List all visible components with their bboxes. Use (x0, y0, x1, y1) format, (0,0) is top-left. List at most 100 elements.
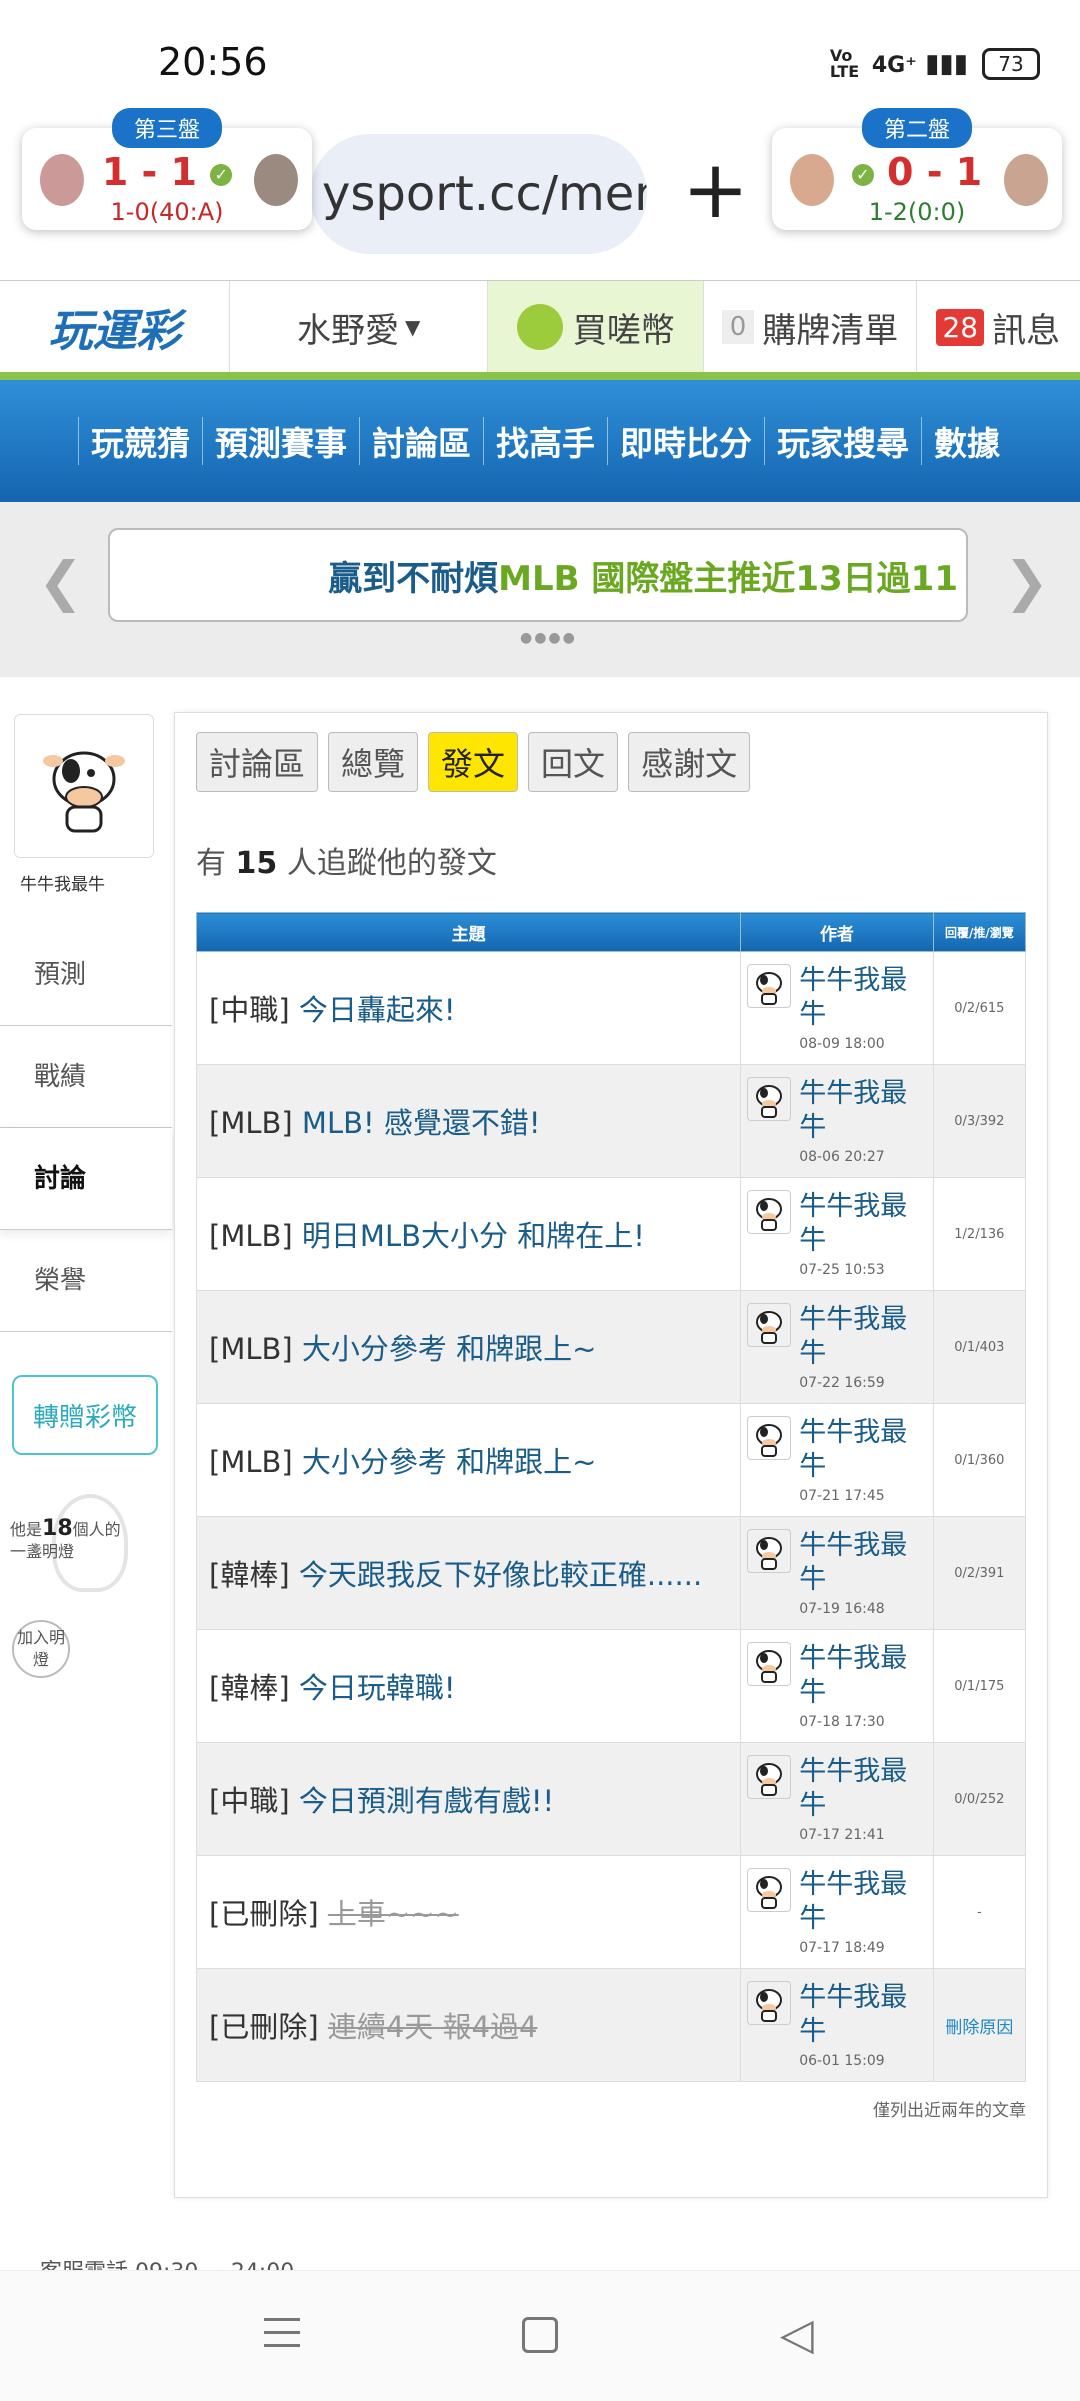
topic-title-link[interactable]: 今天跟我反下好像比較正確...... (299, 1558, 702, 1592)
post-time: 07-17 21:41 (799, 1827, 885, 1843)
author-name-link[interactable]: 牛牛我最牛 (799, 1529, 926, 1597)
score-value: 0 - 1 (887, 150, 983, 194)
table-row[interactable]: [已刪除] 連續4天 報4過4 牛牛我最牛 06-01 15:09 刪除原因 (195, 1968, 1027, 2082)
author-avatar-icon[interactable] (747, 1077, 792, 1121)
author-name-link[interactable]: 牛牛我最牛 (799, 1077, 926, 1145)
author-name-link[interactable]: 牛牛我最牛 (799, 1868, 926, 1936)
table-row[interactable]: [MLB] 大小分參考 和牌跟上~ 牛牛我最牛 07-21 17:45 0/1/360 (195, 1403, 1027, 1517)
topic-title-link: 連續4天 報4過4 (327, 2010, 538, 2044)
topic-category: [MLB] (209, 1219, 302, 1253)
table-row[interactable]: [MLB] 明日MLB大小分 和牌在上! 牛牛我最牛 07-25 10:53 1/2/… (195, 1177, 1027, 1291)
stats-cell: 0/1/403 (932, 1290, 1027, 1404)
signal-icon: 4G⁺ ▮▮▮ (871, 49, 968, 79)
user-menu[interactable]: 水野愛 ▼ (230, 281, 489, 373)
author-avatar-icon[interactable] (747, 1190, 792, 1234)
topic-title-link[interactable]: 今日玩韓職! (299, 1671, 456, 1705)
author-avatar-icon[interactable] (747, 1755, 792, 1799)
author-name-link[interactable]: 牛牛我最牛 (799, 1190, 926, 1258)
new-tab-button[interactable]: + (682, 150, 749, 230)
topic-cell: [MLB] 大小分參考 和牌跟上~ (195, 1403, 742, 1517)
nav-item-guess[interactable]: 玩競猜 (78, 417, 202, 465)
score-card-right[interactable]: 第二盤 ✓ 0 - 1 1-2(0:0) (772, 108, 1062, 230)
buy-coin-button[interactable]: 買嗟幣 (488, 281, 705, 373)
table-row[interactable]: [韓棒] 今天跟我反下好像比較正確...... 牛牛我最牛 07-19 16:48 0… (195, 1516, 1027, 1630)
cow-avatar-icon (43, 751, 125, 833)
topic-title-link[interactable]: 今日轟起來! (299, 993, 456, 1027)
light-count-text: 他是18個人的 一盞明燈 (10, 1516, 121, 1562)
cart-button[interactable]: 0 購牌清單 (704, 281, 917, 373)
check-icon: ✓ (851, 163, 874, 186)
author-avatar-icon[interactable] (747, 1868, 792, 1912)
post-time: 06-01 15:09 (799, 2053, 885, 2069)
banner[interactable]: 贏到不耐煩 MLB 國際盤主推近13日過11 (108, 528, 968, 622)
author-name-link[interactable]: 牛牛我最牛 (799, 1642, 926, 1710)
author-avatar-icon[interactable] (747, 1416, 792, 1460)
topic-cell: [MLB] 明日MLB大小分 和牌在上! (195, 1177, 742, 1291)
main-nav: 玩競猜 預測賽事 討論區 找高手 即時比分 玩家搜尋 數據 (0, 380, 1080, 502)
system-nav-bar: ◁ (0, 2270, 1080, 2401)
user-name: 牛牛我最牛 (20, 875, 105, 895)
nav-item-predict[interactable]: 預測賽事 (202, 417, 359, 465)
author-avatar-icon[interactable] (747, 1529, 792, 1573)
side-item-honor[interactable]: 榮譽 (0, 1230, 172, 1332)
table-row[interactable]: [中職] 今日預測有戲有戲!! 牛牛我最牛 07-17 21:41 0/0/252 (195, 1742, 1027, 1856)
menu-icon[interactable] (264, 2313, 300, 2349)
topic-title-link[interactable]: 明日MLB大小分 和牌在上! (302, 1219, 645, 1253)
tab-thanks[interactable]: 感謝文 (628, 732, 751, 792)
topic-title-link[interactable]: MLB! 感覺還不錯! (302, 1106, 541, 1140)
author-name-link[interactable]: 牛牛我最牛 (799, 964, 926, 1032)
author-name-link[interactable]: 牛牛我最牛 (799, 1755, 926, 1823)
nav-item-experts[interactable]: 找高手 (483, 417, 607, 465)
tab-forum[interactable]: 討論區 (196, 732, 319, 792)
tab-replies[interactable]: 回文 (528, 732, 619, 792)
topic-title-link[interactable]: 大小分參考 和牌跟上~ (302, 1445, 597, 1479)
message-button[interactable]: 28 訊息 (917, 281, 1080, 373)
topic-cell: [已刪除] 上車~~~ (195, 1855, 742, 1969)
delete-reason-link[interactable]: 刪除原因 (945, 2018, 1013, 2038)
back-icon[interactable]: ◁ (780, 2309, 814, 2360)
coin-icon (516, 304, 563, 350)
gift-coin-button[interactable]: 轉贈彩幣 (12, 1375, 158, 1455)
score-badge: 第二盤 (861, 108, 973, 148)
site-logo[interactable]: 玩運彩 (0, 281, 231, 373)
side-item-record[interactable]: 戰績 (0, 1026, 172, 1128)
cart-count: 0 (721, 310, 755, 344)
author-name-link[interactable]: 牛牛我最牛 (799, 1416, 926, 1484)
score-card-left[interactable]: 第三盤 1 - 1 ✓ 1-0(40:A) (22, 108, 312, 230)
author-avatar-icon[interactable] (747, 964, 792, 1008)
chevron-left-icon[interactable]: ❮ (38, 550, 83, 613)
author-avatar-icon[interactable] (747, 1981, 792, 2025)
author-name-link[interactable]: 牛牛我最牛 (799, 1981, 926, 2049)
site-header: 玩運彩 水野愛 ▼ 買嗟幣 0 購牌清單 28 訊息 (0, 280, 1080, 373)
nav-item-live-score[interactable]: 即時比分 (607, 417, 764, 465)
nav-item-player-search[interactable]: 玩家搜尋 (764, 417, 921, 465)
topic-title-link[interactable]: 今日預測有戲有戲!! (299, 1784, 554, 1818)
topic-title-link[interactable]: 大小分參考 和牌跟上~ (302, 1332, 597, 1366)
author-avatar-icon[interactable] (747, 1642, 792, 1686)
topic-cell: [韓棒] 今日玩韓職! (195, 1629, 742, 1743)
join-light-button[interactable]: 加入明燈 (12, 1620, 70, 1678)
topic-cell: [中職] 今日轟起來! (195, 951, 742, 1065)
author-avatar-icon[interactable] (747, 1303, 792, 1347)
post-stats: 0/0/252 (954, 1791, 1005, 1807)
nav-item-forum[interactable]: 討論區 (359, 417, 483, 465)
table-row[interactable]: [MLB] 大小分參考 和牌跟上~ 牛牛我最牛 07-22 16:59 0/1/403 (195, 1290, 1027, 1404)
nav-item-stats[interactable]: 數據 (921, 417, 1012, 465)
light-count: 18 (42, 1516, 73, 1541)
chevron-right-icon[interactable]: ❯ (1004, 550, 1049, 613)
home-icon[interactable] (522, 2317, 558, 2353)
side-item-predict[interactable]: 預測 (0, 924, 172, 1026)
tab-overview[interactable]: 總覽 (328, 732, 419, 792)
table-row[interactable]: [韓棒] 今日玩韓職! 牛牛我最牛 07-18 17:30 0/1/175 (195, 1629, 1027, 1743)
side-item-discussion[interactable]: 討論 (0, 1128, 172, 1230)
table-row[interactable]: [已刪除] 上車~~~ 牛牛我最牛 07-17 18:49 - (195, 1855, 1027, 1969)
post-stats: 0/1/403 (954, 1339, 1005, 1355)
table-row[interactable]: [MLB] MLB! 感覺還不錯! 牛牛我最牛 08-06 20:27 0/3/392 (195, 1064, 1027, 1178)
tab-posts[interactable]: 發文 (428, 732, 519, 792)
volte-icon: Vo LTE (829, 46, 860, 81)
author-name-link[interactable]: 牛牛我最牛 (799, 1303, 926, 1371)
table-row[interactable]: [中職] 今日轟起來! 牛牛我最牛 08-09 18:00 0/2/615 (195, 951, 1027, 1065)
url-bar[interactable]: ysport.cc/men (310, 134, 647, 254)
topic-cell: [MLB] MLB! 感覺還不錯! (195, 1064, 742, 1178)
banner-text-a: 贏到不耐煩 (328, 558, 499, 599)
